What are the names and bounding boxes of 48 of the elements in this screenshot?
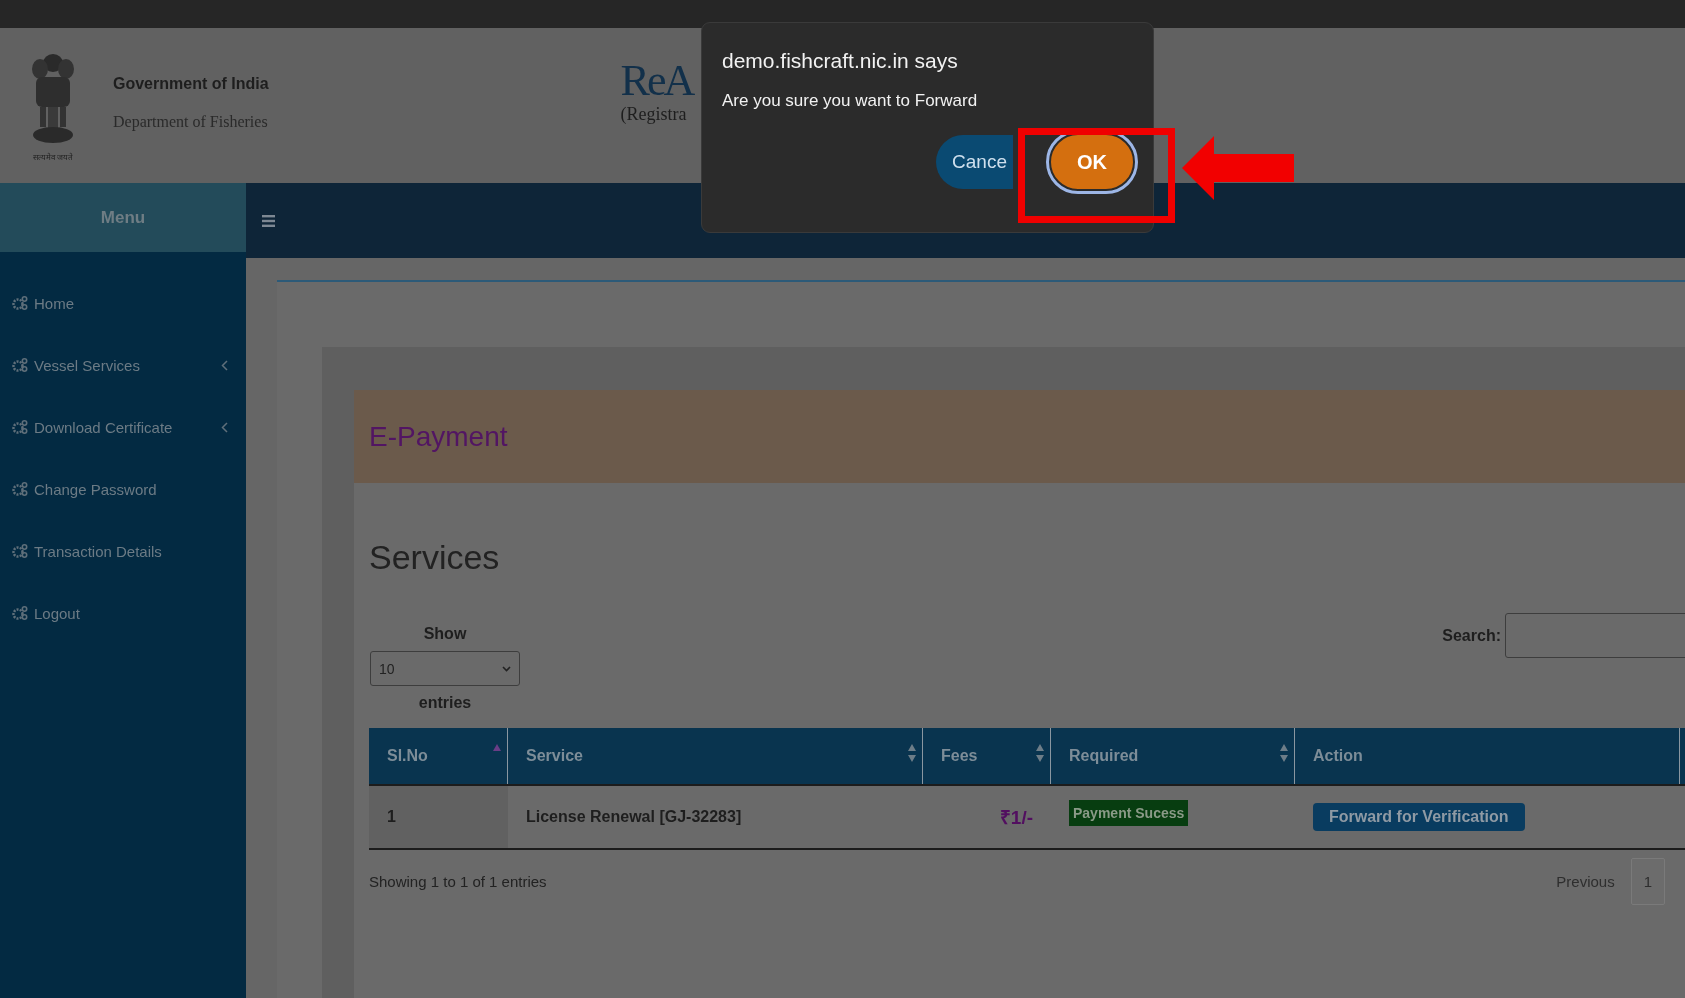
previous-link[interactable]: Previous <box>1556 873 1615 890</box>
logo-subtext: (Registra <box>620 104 688 123</box>
logo-text: ReA <box>620 58 693 103</box>
ok-button[interactable]: OK <box>1049 133 1135 191</box>
section-title: Services <box>369 538 501 577</box>
entries-label: entries <box>418 694 472 712</box>
table-cell: 1 <box>387 808 396 826</box>
sidebar-item[interactable]: Logout <box>0 582 246 644</box>
chevron-left-icon <box>221 421 228 433</box>
sort-ascending-icon <box>493 744 501 751</box>
header-title: Government of India <box>113 74 269 93</box>
gears-icon <box>12 481 28 497</box>
gears-icon <box>12 357 28 373</box>
table-cell: License Renewal [GJ-32283] <box>526 808 742 826</box>
menu-icon[interactable] <box>262 214 275 227</box>
column-header[interactable]: Fees <box>923 728 1051 784</box>
sidebar-item[interactable]: Transaction Details <box>0 520 246 582</box>
dropdown-caret-icon <box>502 665 511 672</box>
gears-icon <box>12 295 28 311</box>
sidebar-item[interactable]: Home <box>0 272 246 334</box>
table-info: Showing 1 to 1 of 1 entries <box>369 873 547 890</box>
sort-icon <box>1036 744 1044 762</box>
menu-heading: Menu <box>0 183 246 252</box>
status-badge: Payment Sucess <box>1069 800 1189 826</box>
forward-button[interactable]: Forward for Verification <box>1313 803 1525 831</box>
fee-amount: ₹1/- <box>999 806 1033 830</box>
column-header[interactable]: Required <box>1051 728 1295 784</box>
dialog-message: Are you sure you want to Forward <box>722 91 979 111</box>
dialog-title: demo.fishcraft.nic.in says <box>722 49 959 73</box>
search-label: Search: <box>1442 626 1501 645</box>
sidebar-item[interactable]: Download Certificate <box>0 396 246 458</box>
sort-icon <box>908 744 916 762</box>
gears-icon <box>12 543 28 559</box>
column-header[interactable]: Action <box>1295 728 1680 784</box>
entries-select[interactable]: 10 <box>370 651 520 686</box>
column-header[interactable]: Sl.No <box>369 728 508 784</box>
sidebar-item[interactable]: Vessel Services <box>0 334 246 396</box>
sidebar-item[interactable]: Change Password <box>0 458 246 520</box>
gears-icon <box>12 419 28 435</box>
chevron-left-icon <box>221 359 228 371</box>
arrow-icon <box>1182 136 1294 200</box>
show-label: Show <box>423 625 467 643</box>
sort-icon <box>1280 744 1288 762</box>
column-header[interactable]: Service <box>508 728 923 784</box>
page-button[interactable]: 1 <box>1630 858 1665 905</box>
gears-icon <box>12 605 28 621</box>
cancel-button[interactable]: Cance <box>936 135 1013 189</box>
page-heading: E-Payment <box>369 420 508 453</box>
